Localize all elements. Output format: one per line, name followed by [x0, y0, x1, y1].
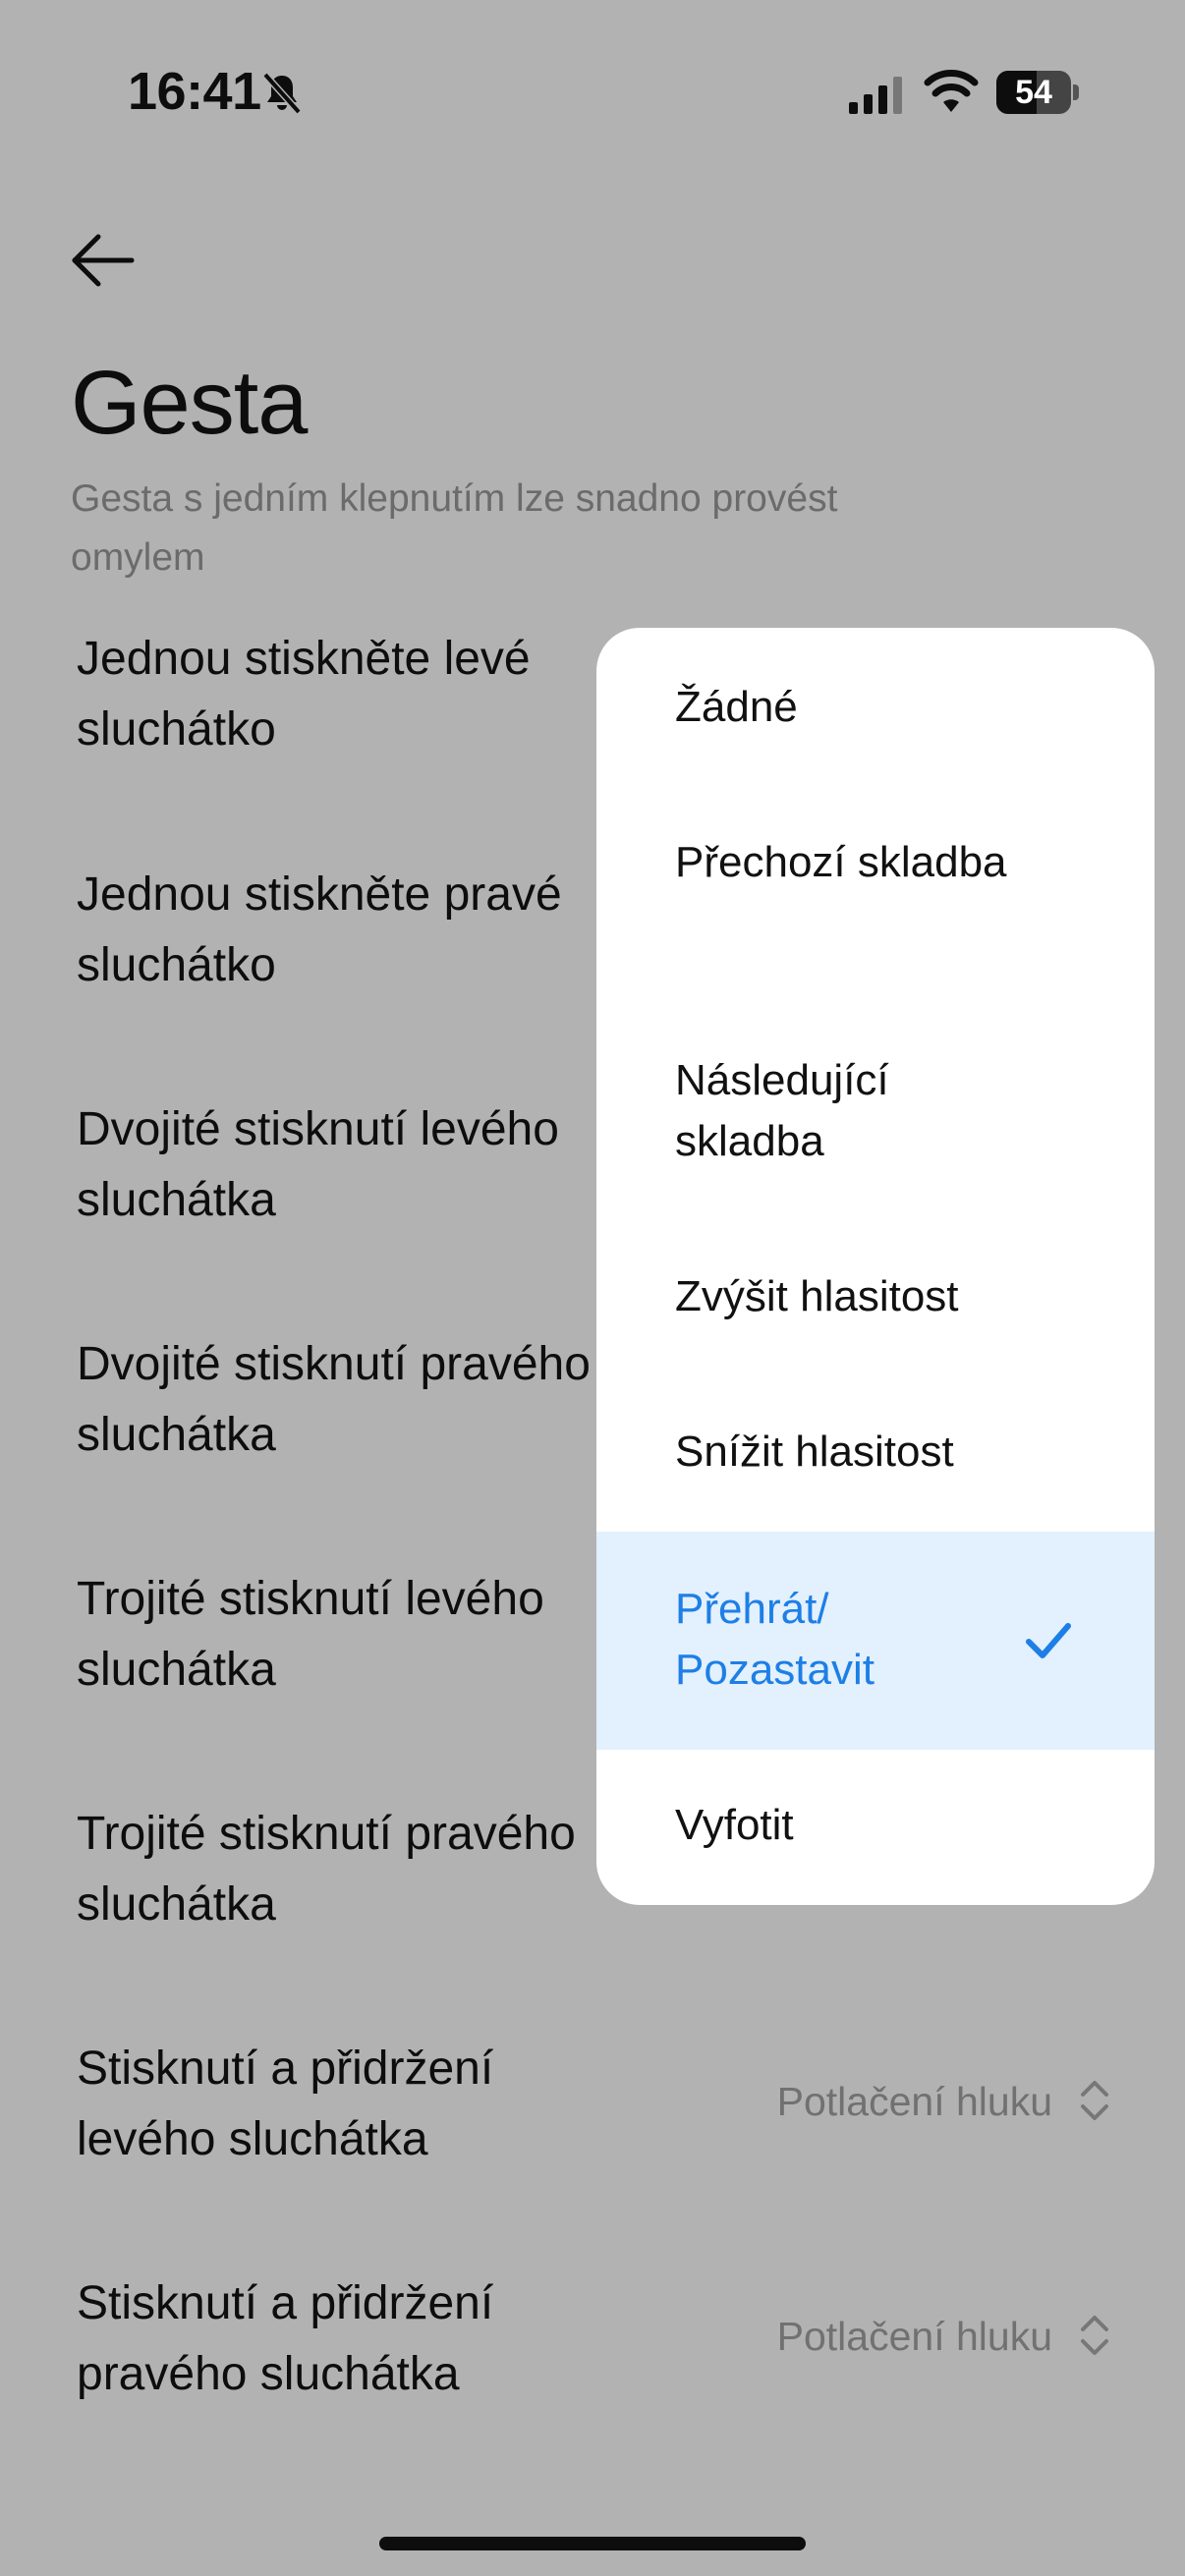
battery-percentage: 54	[1015, 74, 1052, 111]
dropdown-option-label: Přehrát/ Pozastavit	[675, 1585, 875, 1694]
gesture-value[interactable]: Potlačení hluku	[777, 2079, 1052, 2125]
gesture-label: Stisknutí a přidržení levého sluchátka	[77, 2043, 494, 2165]
back-arrow-icon[interactable]	[69, 226, 138, 295]
home-indicator[interactable]	[379, 2537, 806, 2550]
bell-slash-icon	[262, 72, 302, 115]
gesture-label: Trojité stisknutí pravého sluchátka	[77, 1808, 576, 1931]
dropdown-option-volume-up[interactable]: Zvýšit hlasitost	[596, 1221, 1155, 1378]
status-time: 16:41	[128, 62, 261, 121]
dropdown-option-none[interactable]: Žádné	[596, 628, 1155, 785]
dropdown-option-play-pause[interactable]: Přehrát/ Pozastavit	[596, 1532, 1155, 1750]
page-subtitle: Gesta s jedním klepnutím lze snadno prov…	[71, 477, 838, 579]
dropdown-option-take-photo[interactable]: Vyfotit	[596, 1750, 1155, 1905]
gesture-row-hold-right[interactable]: Stisknutí a přidržení pravého sluchátka …	[0, 2268, 1185, 2465]
gesture-action-dropdown: Žádné Přechozí skladba Následující sklad…	[596, 628, 1155, 1905]
dropdown-option-previous-track[interactable]: Přechozí skladba	[596, 785, 1155, 1003]
dropdown-option-label: Přechozí skladba	[675, 838, 1007, 886]
gesture-label: Jednou stiskněte pravé sluchátko	[77, 868, 562, 991]
gesture-label: Trojité stisknutí levého sluchátka	[77, 1573, 544, 1696]
gesture-value[interactable]: Potlačení hluku	[777, 2314, 1052, 2360]
gesture-label: Dvojité stisknutí pravého sluchátka	[77, 1338, 591, 1461]
wifi-icon	[924, 70, 979, 112]
dropdown-option-next-track[interactable]: Následující skladba	[596, 1003, 1155, 1221]
dropdown-option-volume-down[interactable]: Snížit hlasitost	[596, 1378, 1155, 1532]
page-title: Gesta	[71, 353, 308, 453]
check-icon	[1026, 1623, 1071, 1658]
dropdown-option-label: Vyfotit	[675, 1801, 794, 1849]
gesture-row-hold-left[interactable]: Stisknutí a přidržení levého sluchátka P…	[0, 2034, 1185, 2230]
battery-icon: 54	[996, 71, 1079, 114]
dropdown-option-label: Zvýšit hlasitost	[675, 1272, 959, 1320]
dropdown-option-label: Snížit hlasitost	[675, 1428, 954, 1476]
gesture-label: Dvojité stisknutí levého sluchátka	[77, 1103, 559, 1226]
status-bar: 16:41 54	[0, 0, 1185, 187]
dropdown-option-label: Žádné	[675, 683, 798, 731]
gesture-label: Jednou stiskněte levé sluchátko	[77, 633, 531, 756]
cellular-signal-icon	[849, 77, 902, 114]
chevron-updown-icon[interactable]	[1077, 2077, 1112, 2124]
gesture-label: Stisknutí a přidržení pravého sluchátka	[77, 2277, 494, 2400]
chevron-updown-icon[interactable]	[1077, 2312, 1112, 2359]
dropdown-option-label: Následující skladba	[675, 1056, 889, 1165]
